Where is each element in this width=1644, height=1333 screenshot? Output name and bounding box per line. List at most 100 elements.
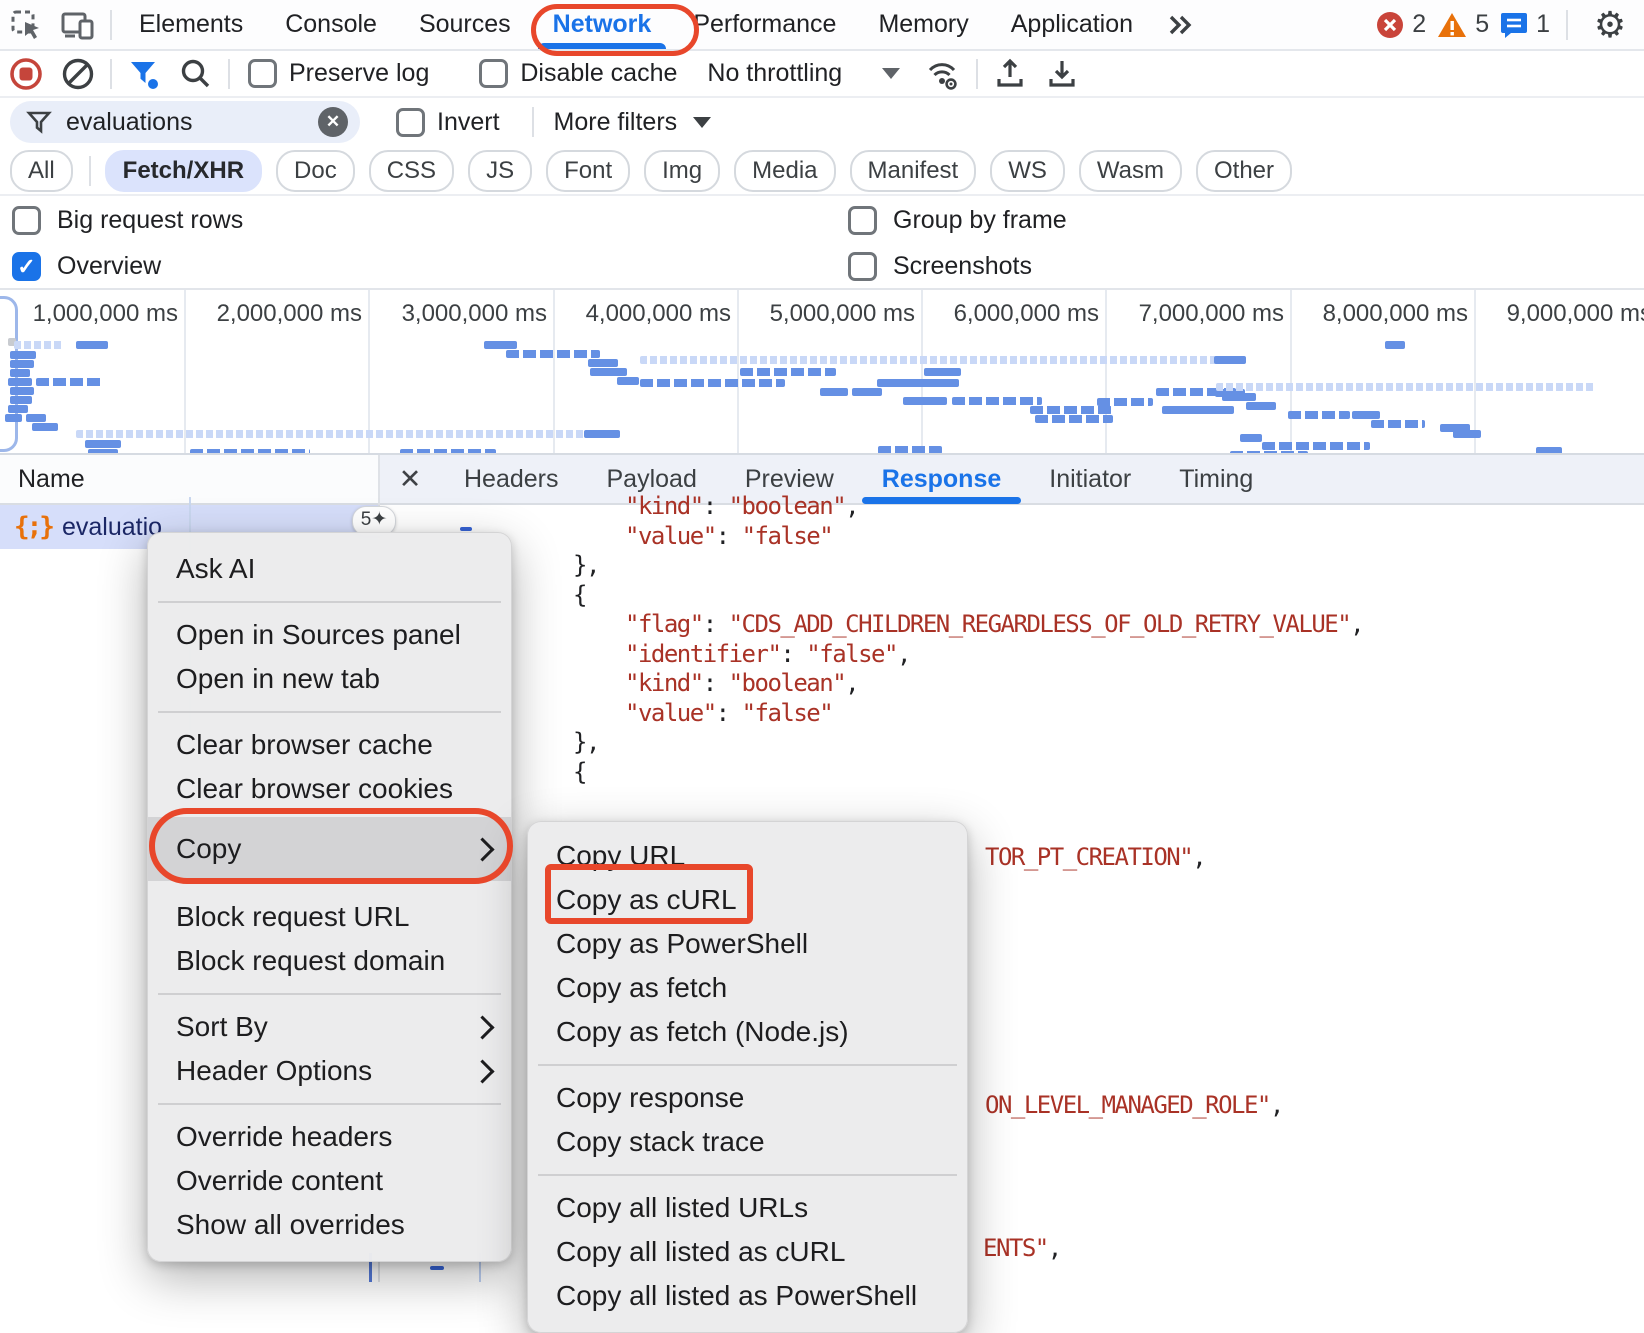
preserve-log-checkbox[interactable] — [248, 59, 277, 88]
filter-chip-doc[interactable]: Doc — [276, 150, 355, 192]
network-conditions-icon[interactable] — [918, 50, 970, 98]
waterfall-bar — [8, 378, 32, 386]
checkbox-big-request-rows[interactable] — [12, 206, 41, 235]
menu-item-copy-url[interactable]: Copy URL — [528, 834, 967, 878]
waterfall-bar — [590, 368, 627, 376]
timeline-axis-label: 3,000,000 ms — [353, 300, 547, 328]
filter-chip-manifest[interactable]: Manifest — [850, 150, 977, 192]
option-screenshots[interactable]: Screenshots — [848, 252, 1032, 281]
json-punctuation: : — [703, 610, 729, 638]
menu-item-override-content[interactable]: Override content — [148, 1159, 511, 1203]
menu-item-copy-as-curl[interactable]: Copy as cURL — [528, 878, 967, 922]
filter-chip-img[interactable]: Img — [644, 150, 720, 192]
clear-filter-icon[interactable]: ✕ — [318, 107, 348, 137]
option-overview[interactable]: ✓Overview — [12, 252, 161, 281]
more-filters-button[interactable]: More filters — [554, 108, 678, 137]
menu-item-sort-by[interactable]: Sort By — [148, 1005, 511, 1049]
tab-elements[interactable]: Elements — [118, 1, 264, 49]
menu-item-label: Clear browser cache — [176, 729, 433, 761]
filter-chip-media[interactable]: Media — [734, 150, 835, 192]
export-har-icon[interactable] — [1036, 50, 1088, 98]
settings-gear-icon[interactable]: ⚙ — [1584, 4, 1636, 46]
menu-item-open-in-new-tab[interactable]: Open in new tab — [148, 657, 511, 701]
menu-divider — [158, 711, 501, 713]
menu-item-copy-as-fetch-node-js[interactable]: Copy as fetch (Node.js) — [528, 1010, 967, 1054]
filter-funnel-icon — [26, 109, 52, 135]
filter-chip-other[interactable]: Other — [1196, 150, 1292, 192]
import-har-icon[interactable] — [984, 50, 1036, 98]
menu-item-copy-stack-trace[interactable]: Copy stack trace — [528, 1120, 967, 1164]
waterfall-bar — [76, 341, 108, 349]
checkbox-group-by-frame[interactable] — [848, 206, 877, 235]
checkbox-screenshots[interactable] — [848, 252, 877, 281]
waterfall-bar — [1214, 356, 1246, 364]
menu-item-copy-all-listed-as-curl[interactable]: Copy all listed as cURL — [528, 1230, 967, 1274]
menu-item-label: Sort By — [176, 1011, 268, 1043]
filter-chip-js[interactable]: JS — [468, 150, 532, 192]
close-detail-icon[interactable]: ✕ — [380, 464, 440, 495]
menu-item-copy[interactable]: Copy — [148, 817, 511, 881]
menu-item-header-options[interactable]: Header Options — [148, 1049, 511, 1093]
search-icon[interactable] — [170, 50, 222, 98]
filter-input[interactable] — [64, 107, 318, 138]
json-string: "boolean" — [729, 669, 846, 697]
menu-item-show-all-overrides[interactable]: Show all overrides — [148, 1203, 511, 1247]
inspect-element-icon[interactable] — [0, 1, 52, 49]
throttling-caret-icon[interactable] — [882, 68, 900, 79]
console-messages-badge[interactable]: 1 — [1499, 10, 1550, 40]
menu-item-clear-browser-cookies[interactable]: Clear browser cookies — [148, 767, 511, 811]
menu-divider — [158, 1103, 501, 1105]
tab-application[interactable]: Application — [990, 1, 1154, 49]
device-toolbar-icon[interactable] — [52, 1, 104, 49]
invert-checkbox[interactable] — [396, 108, 425, 137]
menu-item-label: Copy as fetch — [556, 972, 727, 1004]
tab-memory[interactable]: Memory — [857, 1, 989, 49]
menu-item-block-request-domain[interactable]: Block request domain — [148, 939, 511, 983]
filter-icon[interactable] — [118, 50, 170, 98]
menu-item-label: Copy as PowerShell — [556, 928, 808, 960]
filter-chip-all[interactable]: All — [10, 150, 73, 192]
waterfall-bar — [85, 440, 121, 448]
menu-item-override-headers[interactable]: Override headers — [148, 1115, 511, 1159]
tab-console[interactable]: Console — [264, 1, 398, 49]
json-string: "value" — [625, 699, 716, 727]
menu-item-label: Copy as fetch (Node.js) — [556, 1016, 849, 1048]
menu-item-ask-ai[interactable]: Ask AI — [148, 547, 511, 591]
tab-sources[interactable]: Sources — [398, 1, 532, 49]
disable-cache-checkbox[interactable] — [479, 59, 508, 88]
throttling-select[interactable]: No throttling — [707, 59, 842, 88]
tab-performance[interactable]: Performance — [672, 1, 857, 49]
option-label: Group by frame — [893, 206, 1067, 235]
toolbar-divider — [110, 10, 112, 40]
checkbox-overview[interactable]: ✓ — [12, 252, 41, 281]
option-group-by-frame[interactable]: Group by frame — [848, 206, 1067, 235]
menu-item-copy-all-listed-urls[interactable]: Copy all listed URLs — [528, 1186, 967, 1230]
menu-item-copy-all-listed-as-powershell[interactable]: Copy all listed as PowerShell — [528, 1274, 967, 1318]
clear-network-log-icon[interactable] — [52, 50, 104, 98]
console-warnings-badge[interactable]: 5 — [1436, 10, 1489, 40]
record-network-log-icon[interactable] — [0, 50, 52, 98]
menu-item-clear-browser-cache[interactable]: Clear browser cache — [148, 723, 511, 767]
waterfall-bar — [1035, 415, 1113, 423]
fold-marker-icon[interactable] — [430, 1266, 444, 1270]
network-overview-timeline[interactable]: 1,000,000 ms2,000,000 ms3,000,000 ms4,00… — [0, 290, 1644, 455]
menu-item-copy-as-fetch[interactable]: Copy as fetch — [528, 966, 967, 1010]
menu-item-copy-response[interactable]: Copy response — [528, 1076, 967, 1120]
more-tabs-icon[interactable] — [1154, 1, 1206, 49]
option-big-request-rows[interactable]: Big request rows — [12, 206, 243, 235]
more-filters-caret-icon[interactable] — [693, 117, 711, 128]
waterfall-bar — [1536, 447, 1562, 455]
console-errors-badge[interactable]: 2 — [1375, 10, 1426, 40]
filter-chip-wasm[interactable]: Wasm — [1079, 150, 1182, 192]
json-string: "kind" — [625, 492, 703, 520]
menu-item-label: Copy — [176, 833, 241, 865]
filter-chip-fetch-xhr[interactable]: Fetch/XHR — [105, 150, 262, 192]
filter-chip-ws[interactable]: WS — [990, 150, 1065, 192]
tab-network[interactable]: Network — [532, 1, 673, 49]
menu-item-block-request-url[interactable]: Block request URL — [148, 895, 511, 939]
fold-marker-icon[interactable] — [460, 527, 472, 531]
menu-item-copy-as-powershell[interactable]: Copy as PowerShell — [528, 922, 967, 966]
filter-chip-font[interactable]: Font — [546, 150, 630, 192]
filter-chip-css[interactable]: CSS — [369, 150, 454, 192]
menu-item-open-in-sources-panel[interactable]: Open in Sources panel — [148, 613, 511, 657]
